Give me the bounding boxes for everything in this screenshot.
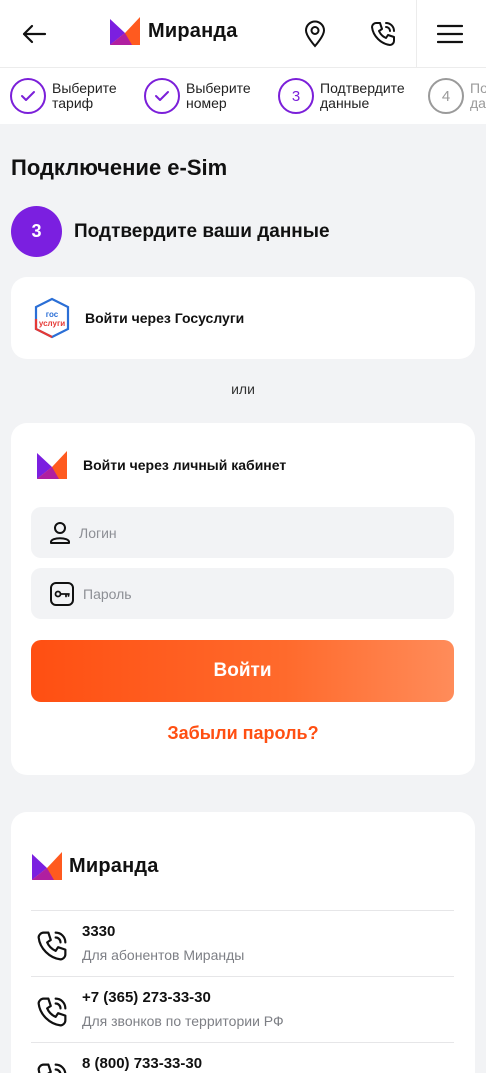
contact-description: Для абонентов Миранды <box>82 947 245 963</box>
contact-item[interactable]: 8 (800) 733-33-30 <box>31 1042 454 1073</box>
step-done-marker <box>10 78 46 114</box>
login-submit-button[interactable]: Войти <box>31 640 454 702</box>
key-icon <box>50 581 74 606</box>
step-1[interactable]: Выберите тариф <box>10 78 117 114</box>
section-header: 3 Подтвердите ваши данные <box>11 206 330 257</box>
contact-number[interactable]: +7 (365) 273-33-30 <box>82 989 211 1006</box>
gosuslugi-login-button[interactable]: гос услуги Войти через Госуслуги <box>11 277 475 359</box>
personal-account-label: Войти через личный кабинет <box>83 457 287 473</box>
section-title: Подтвердите ваши данные <box>74 220 330 242</box>
footer-brand: Миранда <box>31 852 159 880</box>
step-1-label: Выберите тариф <box>52 80 117 111</box>
password-field[interactable] <box>31 568 454 619</box>
gosuslugi-logo-top: гос <box>46 310 59 319</box>
phone-call-icon <box>37 997 67 1027</box>
back-button[interactable] <box>18 18 50 50</box>
step-3[interactable]: 3 Подтвердите данные <box>278 78 405 114</box>
brand-name: Миранда <box>148 19 238 42</box>
step-3-number: 3 <box>278 78 314 114</box>
user-icon <box>50 521 70 544</box>
step-done-marker <box>144 78 180 114</box>
miranda-logo-icon <box>32 852 62 880</box>
phone-button[interactable] <box>365 16 401 52</box>
section-number-badge: 3 <box>11 206 62 257</box>
map-pin-icon <box>304 20 326 48</box>
contact-item[interactable]: +7 (365) 273-33-30 Для звонков по террит… <box>31 976 454 1042</box>
login-card: Войти через личный кабинет Войти Забыли … <box>11 423 475 775</box>
step-2-label: Выберите номер <box>186 80 251 111</box>
contact-description: Для звонков по территории РФ <box>82 1013 284 1029</box>
contact-item[interactable]: 3330 Для абонентов Миранды <box>31 910 454 976</box>
footer-card: Миранда 3330 Для абонентов Миранды +7 (3… <box>11 812 475 1073</box>
step-2[interactable]: Выберите номер <box>144 78 251 114</box>
page-title: Подключение e-Sim <box>11 155 228 180</box>
menu-button[interactable] <box>432 16 468 52</box>
miranda-logo-icon <box>37 451 67 479</box>
or-divider-text: или <box>231 381 255 397</box>
arrow-left-icon <box>22 24 47 44</box>
phone-call-icon <box>37 931 67 961</box>
step-4[interactable]: 4 По да <box>428 78 486 114</box>
gosuslugi-logo-icon: гос услуги <box>34 297 70 339</box>
progress-steps: Выберите тариф Выберите номер 3 Подтверд… <box>0 68 486 124</box>
footer-brand-name: Миранда <box>69 854 159 877</box>
contact-number[interactable]: 8 (800) 733-33-30 <box>82 1055 202 1072</box>
login-input[interactable] <box>79 524 419 541</box>
step-4-label: По да <box>470 80 486 111</box>
personal-account-heading: Войти через личный кабинет <box>37 451 286 479</box>
forgot-password-link[interactable]: Забыли пароль? <box>11 723 475 744</box>
gosuslugi-label: Войти через Госуслуги <box>85 310 245 326</box>
check-icon <box>21 91 35 101</box>
password-input[interactable] <box>83 585 423 602</box>
check-icon <box>155 91 169 101</box>
hamburger-menu-icon <box>437 24 463 44</box>
step-3-label: Подтвердите данные <box>320 80 405 111</box>
step-4-number: 4 <box>428 78 464 114</box>
brand-logo[interactable]: Миранда <box>110 17 238 45</box>
login-field[interactable] <box>31 507 454 558</box>
miranda-logo-icon <box>110 17 140 45</box>
contact-number[interactable]: 3330 <box>82 923 115 940</box>
phone-call-icon <box>371 22 395 46</box>
location-button[interactable] <box>297 16 333 52</box>
gosuslugi-logo-bottom: услуги <box>39 319 65 328</box>
app-header: Миранда <box>0 0 486 68</box>
phone-call-icon <box>37 1063 67 1073</box>
header-divider <box>416 0 417 68</box>
